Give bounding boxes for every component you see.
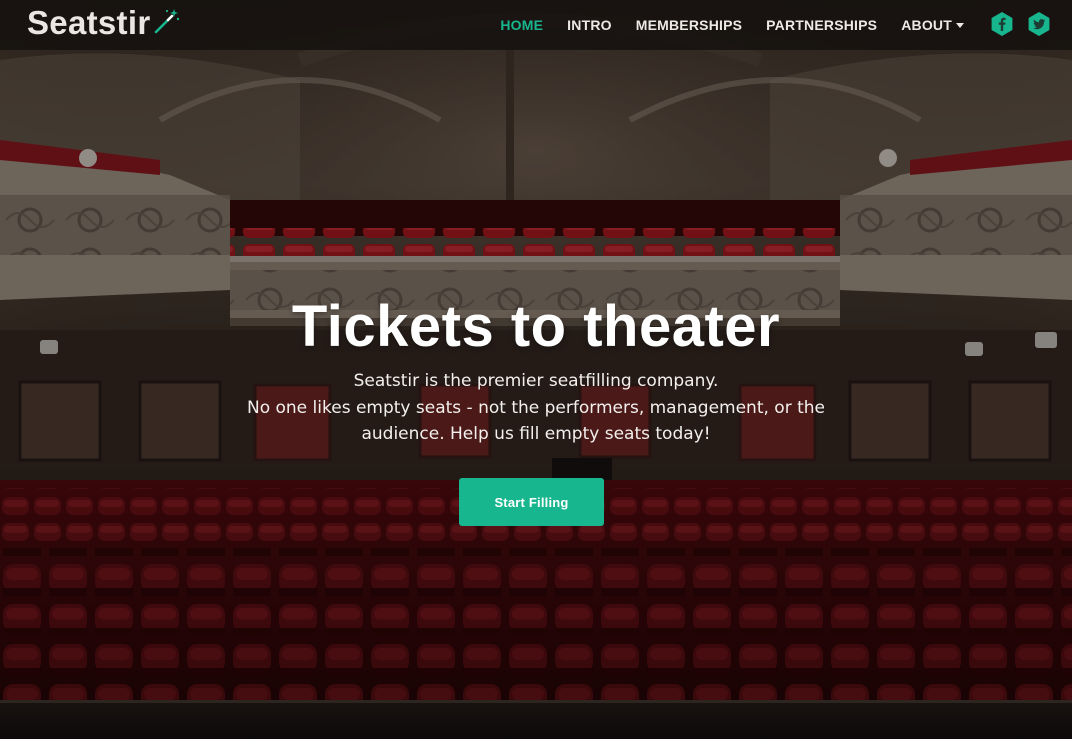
hero-subtitle: Seatstir is the premier seatfilling comp… xyxy=(236,368,836,448)
facebook-icon xyxy=(991,12,1013,36)
hero-subtitle-line: Seatstir is the premier seatfilling comp… xyxy=(353,371,719,391)
caret-down-icon xyxy=(956,23,964,28)
brand-name: Seatstir xyxy=(27,4,151,41)
hero-section: Seatstir HOME INTRO MEMBERSHIPS PARTNERS… xyxy=(0,0,1072,739)
start-filling-button[interactable]: Start Filling xyxy=(459,478,604,526)
facebook-link[interactable] xyxy=(989,11,1015,37)
hero-subtitle-line: audience. Help us fill empty seats today… xyxy=(361,424,711,444)
hero-subtitle-line: No one likes empty seats - not the perfo… xyxy=(246,397,826,418)
nav-item-memberships[interactable]: MEMBERSHIPS xyxy=(636,17,742,33)
nav-item-home[interactable]: HOME xyxy=(500,17,543,33)
top-navbar: Seatstir HOME INTRO MEMBERSHIPS PARTNERS… xyxy=(0,0,1072,50)
nav-item-label: MEMBERSHIPS xyxy=(635,17,743,33)
nav-item-partnerships[interactable]: PARTNERSHIPS xyxy=(766,17,877,33)
nav-item-intro[interactable]: INTRO xyxy=(567,17,612,33)
twitter-icon xyxy=(1028,12,1050,36)
nav-item-label: INTRO xyxy=(567,17,612,33)
nav-item-label: ABOUT xyxy=(901,17,952,33)
nav-menu: HOME INTRO MEMBERSHIPS PARTNERSHIPS ABOU… xyxy=(476,0,964,50)
twitter-link[interactable] xyxy=(1026,11,1052,37)
nav-item-about-dropdown[interactable]: ABOUT xyxy=(901,17,964,33)
nav-item-label: PARTNERSHIPS xyxy=(766,17,878,33)
nav-item-label: HOME xyxy=(500,17,544,33)
magic-wand-icon xyxy=(155,9,180,34)
brand-logo[interactable]: Seatstir xyxy=(27,4,180,42)
hero-title: Tickets to theater xyxy=(291,294,781,359)
